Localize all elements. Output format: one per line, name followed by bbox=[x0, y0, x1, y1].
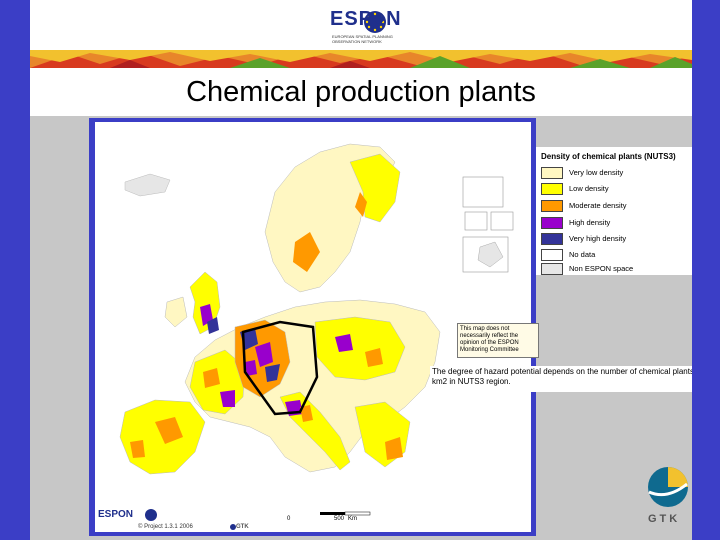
legend-label: Very low density bbox=[569, 168, 624, 177]
map-disclaimer-note: This map does not necessarily reflect th… bbox=[457, 323, 539, 358]
map-caption: The degree of hazard potential depends o… bbox=[430, 366, 692, 392]
legend-title: Density of chemical plants (NUTS3) bbox=[541, 152, 676, 161]
scale-label-zero: 0 bbox=[287, 516, 291, 522]
legend-item: Very low density bbox=[541, 166, 624, 179]
header: ESP●N EUROPEAN SPATIAL PLANNING OBSERVAT… bbox=[30, 0, 692, 50]
legend-item: Very high density bbox=[541, 232, 627, 245]
legend-swatch bbox=[541, 232, 563, 245]
espon-logo-text: ESP●N bbox=[330, 8, 402, 30]
legend-label: Very high density bbox=[569, 234, 627, 243]
legend-swatch bbox=[541, 262, 563, 275]
legend-swatch bbox=[541, 182, 563, 195]
map-gtk-credit: GTK bbox=[236, 524, 249, 530]
legend-label: High density bbox=[569, 218, 611, 227]
legend-swatch bbox=[541, 199, 563, 212]
legend-label: No data bbox=[569, 250, 596, 259]
legend-label: Non ESPON space bbox=[569, 264, 634, 273]
legend-item: Moderate density bbox=[541, 199, 627, 212]
map-legend: Density of chemical plants (NUTS3) Very … bbox=[536, 147, 692, 275]
scale-label-unit: Km bbox=[348, 516, 357, 522]
legend-label: Moderate density bbox=[569, 201, 627, 210]
left-border bbox=[0, 0, 30, 540]
espon-small-logo-icon bbox=[145, 509, 157, 521]
scale-label-500: 500 bbox=[334, 516, 345, 522]
legend-swatch bbox=[541, 248, 563, 261]
right-border bbox=[692, 0, 720, 540]
gtk-logo-icon bbox=[648, 467, 688, 507]
espon-bottom-logo: ESPON bbox=[98, 509, 134, 520]
decorative-stripe bbox=[30, 50, 692, 68]
legend-swatch bbox=[541, 216, 563, 229]
slide-title: Chemical production plants bbox=[186, 76, 536, 108]
map-credit: © Project 1.3.1 2006 bbox=[138, 524, 193, 530]
legend-item: High density bbox=[541, 216, 611, 229]
legend-label: Low density bbox=[569, 184, 609, 193]
espon-logo-subtitle: EUROPEAN SPATIAL PLANNING OBSERVATION NE… bbox=[332, 34, 393, 44]
legend-item: No data bbox=[541, 248, 596, 261]
legend-swatch bbox=[541, 166, 563, 179]
gtk-logo-text: GTK bbox=[648, 513, 681, 525]
legend-item: Low density bbox=[541, 182, 609, 195]
legend-item: Non ESPON space bbox=[541, 262, 634, 275]
slide: ESP●N EUROPEAN SPATIAL PLANNING OBSERVAT… bbox=[30, 0, 692, 540]
